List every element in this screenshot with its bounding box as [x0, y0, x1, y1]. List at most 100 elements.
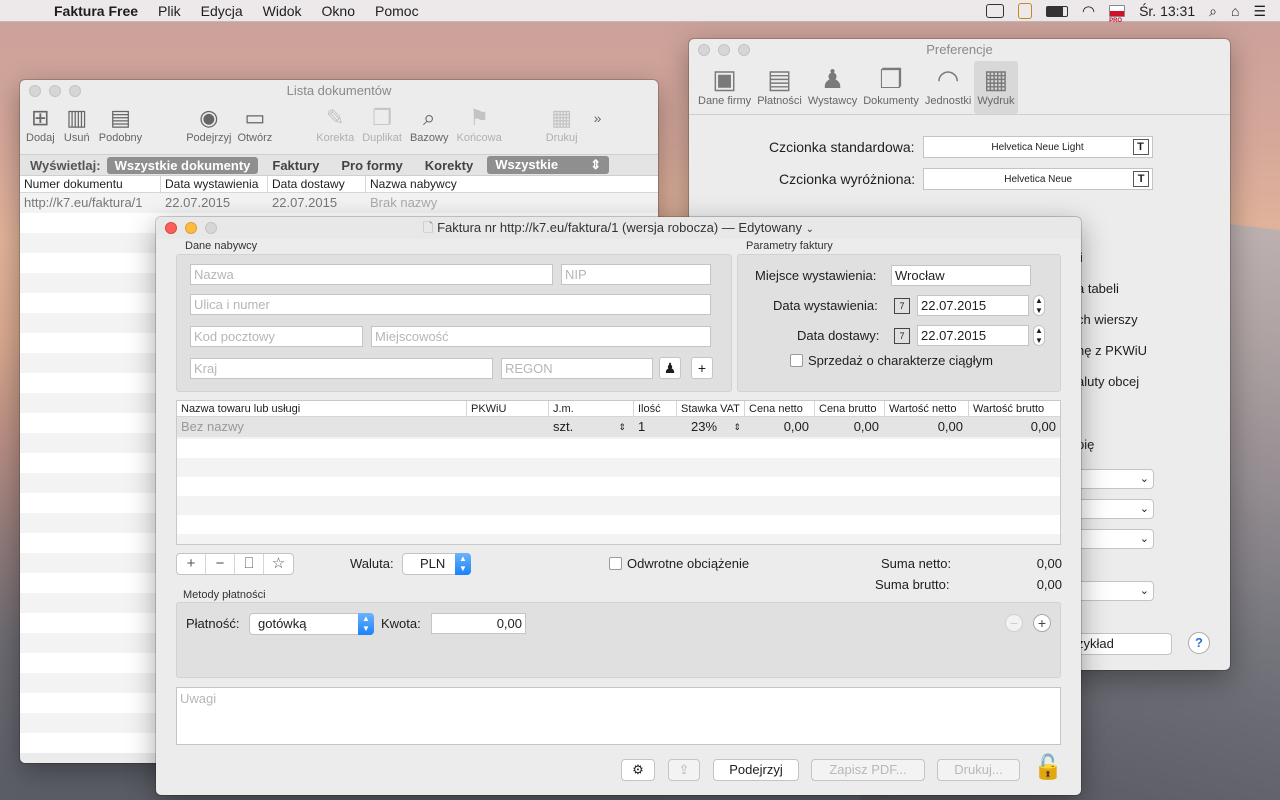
add-item-button[interactable]: + — [177, 554, 206, 574]
buyer-postal-input[interactable]: Kod pocztowy — [190, 326, 363, 347]
payment-method-select[interactable]: gotówką ▲ ▼ — [249, 613, 374, 635]
item-gross-value-cell[interactable]: 0,00 — [969, 417, 1060, 437]
item-qty-cell[interactable]: 1 — [634, 417, 677, 437]
zoom-button[interactable] — [205, 222, 217, 234]
save-pdf-button[interactable]: Zapisz PDF... — [811, 759, 925, 781]
item-net-value-cell[interactable]: 0,00 — [885, 417, 969, 437]
issue-date-input[interactable]: 22.07.2015 — [917, 295, 1029, 316]
close-button[interactable] — [29, 85, 41, 97]
example-button[interactable]: zykład — [1074, 633, 1172, 655]
menu-edycja[interactable]: Edycja — [201, 3, 243, 19]
font-picker-icon[interactable]: T — [1133, 171, 1150, 187]
lock-open-icon[interactable]: 🔓 — [1033, 753, 1063, 782]
add-buyer-button[interactable]: + — [691, 357, 713, 379]
item-net-price-cell[interactable]: 0,00 — [745, 417, 815, 437]
remove-item-button[interactable]: − — [206, 554, 235, 574]
buyer-name-input[interactable]: Nazwa — [190, 264, 553, 285]
tab-issuers[interactable]: ♟ Wystawcy — [805, 61, 860, 114]
chevron-down-icon[interactable]: ⌄ — [806, 224, 814, 235]
display-icon[interactable] — [985, 4, 1004, 18]
timemachine-icon[interactable] — [1017, 3, 1032, 19]
currency-select[interactable]: PLN ▲ ▼ — [402, 553, 471, 575]
toolbar-correction-button[interactable]: ✎ Korekta — [316, 104, 354, 144]
invoice-title-suffix[interactable]: — Edytowany — [722, 220, 802, 235]
settings-gear-icon[interactable]: ⚙ — [621, 759, 655, 781]
notes-textarea[interactable]: Uwagi — [176, 687, 1061, 745]
item-pkwiu-cell[interactable] — [467, 417, 549, 437]
delivery-date-input[interactable]: 22.07.2015 — [917, 325, 1029, 346]
item-gross-price-cell[interactable]: 0,00 — [815, 417, 885, 437]
table-row[interactable]: http://k7.eu/faktura/1 22.07.2015 22.07.… — [20, 193, 658, 213]
toolbar-delete-button[interactable]: ▥ Usuń — [63, 104, 91, 144]
user-icon[interactable]: ⌂ — [1231, 3, 1239, 19]
toolbar-duplicate-button[interactable]: ❐ Duplikat — [362, 104, 402, 144]
filter-proforma[interactable]: Pro formy — [333, 157, 410, 174]
toolbar-base-button[interactable]: ⌕ Bazowy — [410, 104, 449, 144]
col-qty[interactable]: Ilość — [634, 401, 677, 416]
menu-widok[interactable]: Widok — [263, 3, 302, 19]
close-button[interactable] — [698, 44, 710, 56]
pref-popup[interactable]: ⌄ — [1074, 469, 1154, 489]
toolbar-similar-button[interactable]: ▤ Podobny — [99, 104, 142, 144]
col-number[interactable]: Numer dokumentu — [20, 176, 161, 192]
toolbar-add-button[interactable]: ⊞ Dodaj — [26, 104, 55, 144]
toolbar-open-button[interactable]: ▭ Otwórz — [237, 104, 272, 144]
wifi-icon[interactable]: ◠ — [1082, 2, 1095, 20]
font-emph-field[interactable]: Helvetica Neue T — [923, 168, 1154, 190]
tab-units[interactable]: ◠ Jednostki — [922, 61, 974, 114]
menu-clock[interactable]: Śr. 13:31 — [1139, 3, 1195, 19]
filter-invoices[interactable]: Faktury — [264, 157, 327, 174]
remove-payment-button[interactable]: − — [1005, 614, 1023, 632]
buyer-nip-input[interactable]: NIP — [561, 264, 711, 285]
filter-corrections[interactable]: Korekty — [417, 157, 481, 174]
col-delivery-date[interactable]: Data dostawy — [268, 176, 366, 192]
buyer-regon-input[interactable]: REGON — [501, 358, 653, 379]
delivery-date-stepper[interactable]: ▲ ▼ — [1033, 325, 1045, 346]
toolbar-overflow-chevron-icon[interactable]: » — [584, 104, 612, 132]
col-pkwiu[interactable]: PKWiU — [467, 401, 549, 416]
reverse-charge-checkbox[interactable]: Odwrotne obciążenie — [609, 556, 749, 571]
help-icon[interactable]: ? — [1188, 632, 1210, 654]
font-picker-icon[interactable]: T — [1132, 139, 1149, 155]
minimize-button[interactable] — [718, 44, 730, 56]
menu-plik[interactable]: Plik — [158, 3, 181, 19]
font-standard-field[interactable]: Helvetica Neue Light T — [922, 136, 1153, 158]
add-payment-button[interactable]: + — [1033, 614, 1051, 632]
print-button[interactable]: Drukuj... — [937, 759, 1020, 781]
close-button[interactable] — [165, 222, 177, 234]
col-item-name[interactable]: Nazwa towaru lub usługi — [177, 401, 467, 416]
tab-documents[interactable]: ❐ Dokumenty — [860, 61, 922, 114]
menu-pomoc[interactable]: Pomoc — [375, 3, 419, 19]
col-net-price[interactable]: Cena netto — [745, 401, 815, 416]
buyer-street-input[interactable]: Ulica i numer — [190, 294, 711, 315]
calendar-icon[interactable]: 7 — [894, 297, 910, 314]
battery-icon[interactable] — [1045, 5, 1068, 17]
document-proxy-icon[interactable]: 🗋 — [423, 220, 433, 235]
col-gross-value[interactable]: Wartość brutto — [969, 401, 1060, 416]
item-unit-cell[interactable]: szt. ⇕ — [549, 417, 634, 437]
issue-date-stepper[interactable]: ▲ ▼ — [1033, 295, 1045, 316]
place-input[interactable]: Wrocław — [891, 265, 1031, 286]
favorite-star-icon[interactable]: ☆ — [264, 554, 293, 574]
tab-print[interactable]: ▦ Wydruk — [974, 61, 1018, 114]
contact-person-icon[interactable]: ♟ — [659, 357, 681, 379]
catalog-book-icon[interactable]: ⎕ — [235, 554, 264, 574]
col-unit[interactable]: J.m. — [549, 401, 634, 416]
minimize-button[interactable] — [185, 222, 197, 234]
menu-app-name[interactable]: Faktura Free — [54, 3, 138, 19]
col-issue-date[interactable]: Data wystawienia — [161, 176, 268, 192]
share-icon[interactable]: ⇪ — [668, 759, 700, 781]
zoom-button[interactable] — [738, 44, 750, 56]
tab-company-data[interactable]: ▣ Dane firmy — [695, 61, 754, 114]
pref-popup[interactable]: ⌄ — [1074, 499, 1154, 519]
pref-popup[interactable]: ⌄ — [1074, 581, 1154, 601]
notification-center-icon[interactable]: ☰ — [1253, 3, 1266, 20]
col-buyer-name[interactable]: Nazwa nabywcy — [366, 176, 658, 192]
pref-popup[interactable]: ⌄ — [1074, 529, 1154, 549]
amount-input[interactable]: 0,00 — [431, 613, 526, 634]
toolbar-preview-button[interactable]: ◉ Podejrzyj — [186, 104, 231, 144]
item-vat-cell[interactable]: 23% ⇕ — [677, 417, 745, 437]
buyer-country-input[interactable]: Kraj — [190, 358, 493, 379]
col-gross-price[interactable]: Cena brutto — [815, 401, 885, 416]
preview-button[interactable]: Podejrzyj — [713, 759, 799, 781]
